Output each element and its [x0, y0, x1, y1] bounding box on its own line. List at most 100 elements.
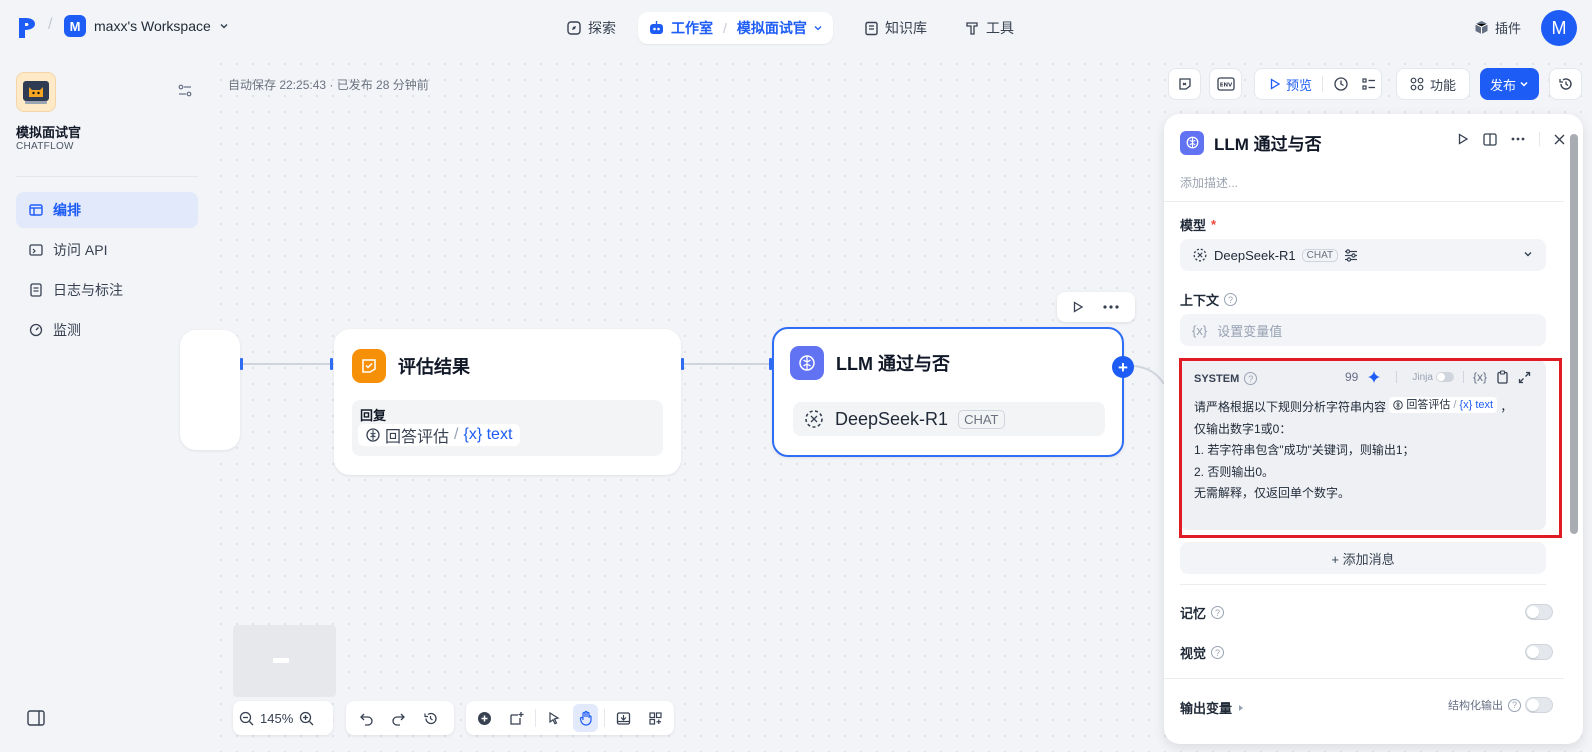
- divider: [1322, 76, 1324, 92]
- ref-separator: /: [454, 426, 459, 443]
- redo-button[interactable]: [384, 704, 412, 732]
- more-icon[interactable]: [1511, 137, 1525, 141]
- zoom-out-icon[interactable]: [239, 711, 254, 726]
- divider: [16, 176, 198, 177]
- add-next-node-button[interactable]: +: [1112, 356, 1134, 378]
- nav-knowledge[interactable]: 知识库: [854, 12, 937, 44]
- play-icon[interactable]: [1072, 301, 1084, 313]
- zoom-level[interactable]: 145%: [260, 711, 293, 726]
- workflow-node-partial[interactable]: [180, 330, 240, 450]
- workflow-edge: [240, 363, 334, 365]
- publish-button[interactable]: 发布: [1480, 68, 1539, 100]
- avatar[interactable]: M: [1541, 10, 1577, 46]
- nav-studio-label: 工作室: [671, 20, 713, 36]
- run-history-icon[interactable]: [1333, 76, 1349, 92]
- llm-node-icon: [1180, 130, 1204, 155]
- app-icon: [16, 72, 56, 112]
- export-image-button[interactable]: [611, 704, 636, 732]
- svg-text:ENV: ENV: [1219, 83, 1232, 89]
- organize-nodes-button[interactable]: [643, 704, 668, 732]
- divider: [604, 709, 606, 727]
- structured-output-toggle[interactable]: [1525, 697, 1553, 713]
- hand-mode-button[interactable]: [572, 704, 599, 732]
- sidebar-item-orchestrate[interactable]: 编排: [16, 192, 198, 228]
- model-name: DeepSeek-R1: [835, 408, 949, 429]
- add-note-button[interactable]: [503, 704, 528, 732]
- chevron-down-icon: [1520, 81, 1528, 87]
- model-selector[interactable]: DeepSeek-R1 CHAT: [1180, 239, 1546, 271]
- robot-icon: [650, 21, 663, 34]
- panel-title[interactable]: LLM 通过与否: [1214, 130, 1322, 155]
- help-icon[interactable]: ?: [1211, 646, 1225, 659]
- checklist-icon[interactable]: [1361, 76, 1377, 92]
- help-icon[interactable]: ?: [1508, 698, 1521, 712]
- help-icon[interactable]: ?: [1211, 606, 1225, 619]
- close-icon[interactable]: [1554, 134, 1565, 145]
- sidebar-collapse-icon[interactable]: [27, 710, 45, 726]
- sidebar-item-api[interactable]: 访问 API: [16, 232, 198, 268]
- memory-toggle[interactable]: [1525, 604, 1553, 620]
- chevron-down-icon: [814, 26, 822, 31]
- features-button[interactable]: 功能: [1396, 68, 1470, 100]
- node-output-port[interactable]: [681, 358, 684, 370]
- node-title: 评估结果: [398, 357, 470, 377]
- variable-icon: {x}: [1192, 322, 1208, 338]
- node-model: DeepSeek-R1 CHAT: [793, 402, 1105, 436]
- workspace-badge: M: [64, 15, 86, 37]
- node-eval-result[interactable]: 评估结果 回复 回答评估 / {x} text: [334, 329, 681, 475]
- pointer-mode-button[interactable]: [542, 704, 567, 732]
- preview-button[interactable]: 预览: [1269, 75, 1312, 94]
- node-llm-pass[interactable]: LLM 通过与否 DeepSeek-R1 CHAT: [772, 327, 1124, 457]
- dify-logo[interactable]: [17, 16, 39, 40]
- document-icon: [30, 283, 42, 297]
- nav-studio[interactable]: 工作室 / 模拟面试官: [638, 12, 833, 44]
- model-section-label: 模型 *: [1180, 215, 1216, 234]
- context-variable-input[interactable]: {x} 设置变量值: [1180, 314, 1546, 346]
- workflow-edge: [681, 363, 772, 365]
- sliders-icon[interactable]: [1344, 248, 1358, 262]
- sidebar-item-logs[interactable]: 日志与标注: [16, 272, 198, 308]
- sidebar-item-label: 日志与标注: [53, 282, 123, 298]
- workspace-switcher[interactable]: M maxx's Workspace: [64, 15, 229, 37]
- add-node-button[interactable]: [472, 704, 497, 732]
- sidebar-item-monitor[interactable]: 监测: [16, 312, 198, 348]
- nav-knowledge-label: 知识库: [885, 20, 927, 36]
- node-field: 回复 回答评估 / {x} text: [352, 400, 663, 456]
- current-app-switcher[interactable]: 模拟面试官: [737, 18, 807, 38]
- add-message-button[interactable]: + 添加消息: [1180, 542, 1546, 574]
- version-history-button[interactable]: [1549, 68, 1582, 100]
- highlight-outline: [1179, 358, 1562, 538]
- more-icon[interactable]: [1102, 304, 1120, 310]
- help-icon[interactable]: ?: [1224, 293, 1238, 306]
- node-input-port[interactable]: [330, 358, 333, 370]
- undo-button[interactable]: [352, 704, 380, 732]
- change-history-button[interactable]: [416, 704, 444, 732]
- plugins-link[interactable]: 插件: [1474, 18, 1521, 37]
- env-button[interactable]: ENV: [1209, 68, 1242, 100]
- caret-right-icon: [1239, 704, 1244, 711]
- checklist-button[interactable]: [1168, 68, 1201, 100]
- app-settings-icon[interactable]: [178, 84, 192, 98]
- nav-explore[interactable]: 探索: [556, 12, 626, 44]
- node-output-port[interactable]: [240, 358, 243, 370]
- redo-icon: [391, 713, 405, 726]
- breadcrumb-separator: /: [48, 16, 53, 33]
- answer-node-icon: [352, 349, 386, 383]
- description-input[interactable]: 添加描述...: [1180, 174, 1238, 191]
- zoom-in-icon[interactable]: [299, 711, 314, 726]
- run-step-icon[interactable]: [1457, 133, 1469, 145]
- minimap-node: [273, 658, 289, 663]
- output-vars-toggle[interactable]: 输出变量: [1180, 698, 1245, 717]
- top-bar: / M maxx's Workspace 探索 工作室 / 模拟面试官 知识库 …: [0, 0, 1592, 56]
- vision-toggle[interactable]: [1525, 644, 1553, 660]
- divider: [1539, 132, 1540, 146]
- image-export-icon: [617, 711, 631, 725]
- pointer-icon: [549, 711, 560, 725]
- nav-tools[interactable]: 工具: [955, 12, 1024, 44]
- panel-scrollbar[interactable]: [1570, 134, 1578, 534]
- app-name: 模拟面试官: [16, 125, 82, 140]
- split-view-icon[interactable]: [1483, 132, 1497, 146]
- env-icon: ENV: [1216, 77, 1235, 91]
- nav-tools-label: 工具: [986, 20, 1014, 36]
- minimap[interactable]: [233, 625, 336, 697]
